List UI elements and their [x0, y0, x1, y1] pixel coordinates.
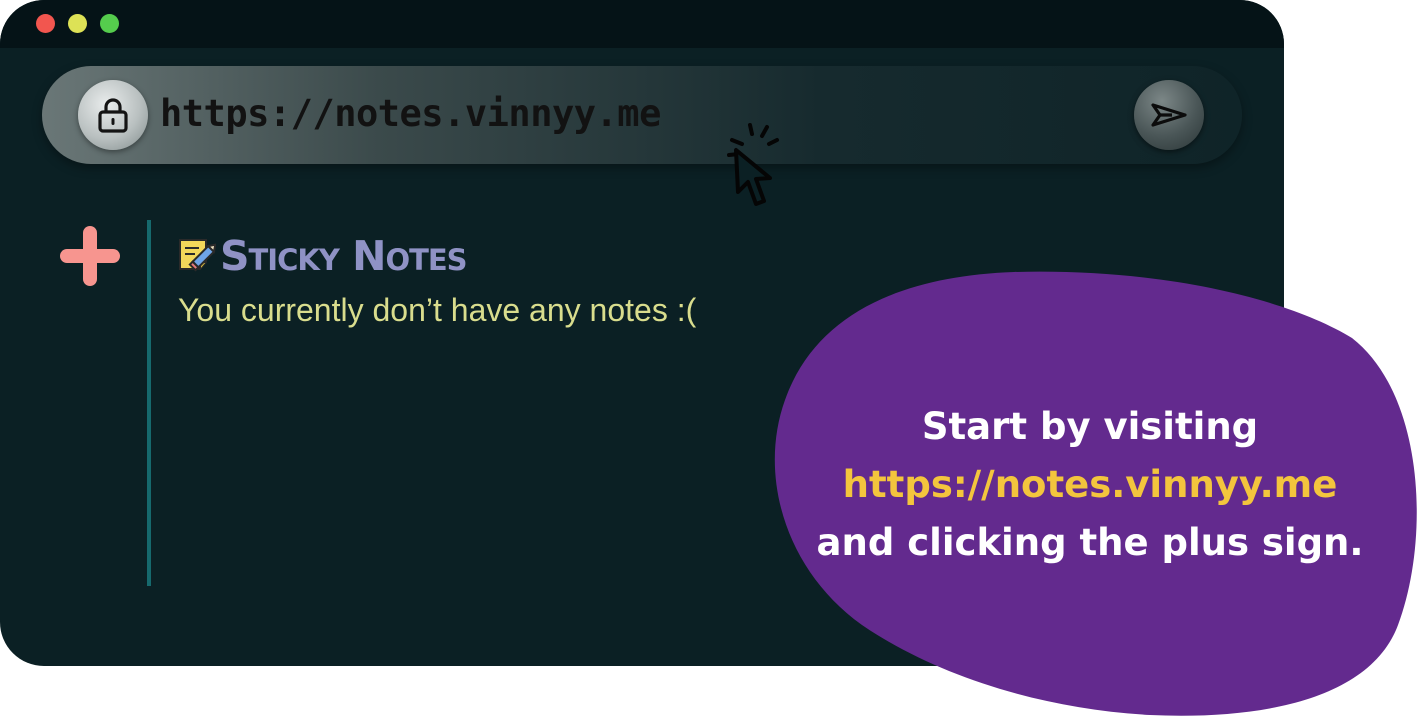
callout-text: Start by visiting https://notes.vinnyy.m…	[800, 398, 1380, 572]
callout-line-3: and clicking the plus sign.	[816, 521, 1364, 564]
callout-link[interactable]: https://notes.vinnyy.me	[800, 456, 1380, 514]
callout-bubble	[774, 271, 1417, 716]
callout-line-1: Start by visiting	[921, 405, 1259, 448]
